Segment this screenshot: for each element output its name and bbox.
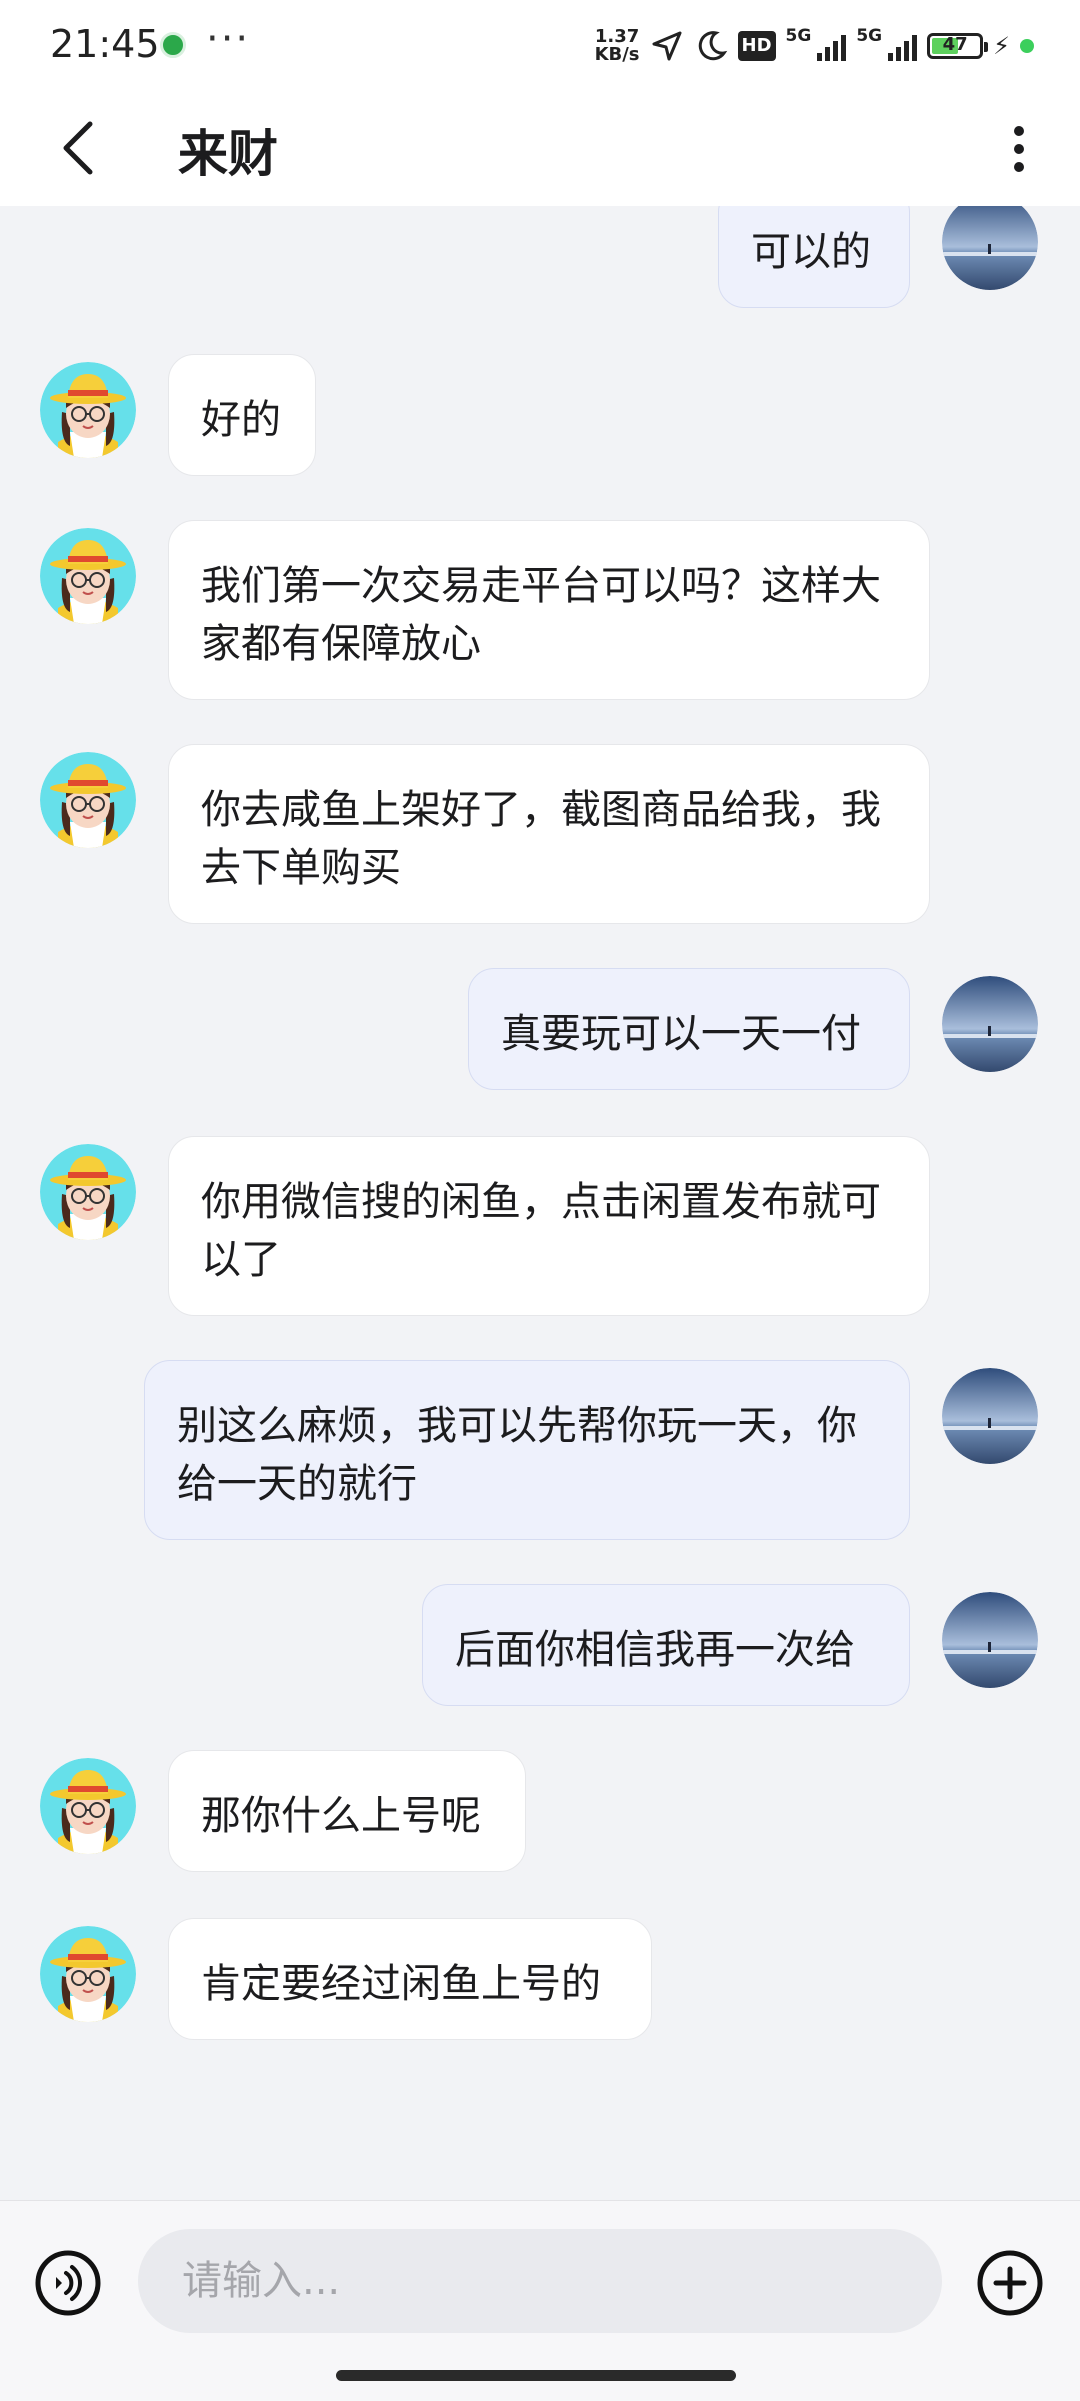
outgoing-message: 可以的 <box>0 206 1080 308</box>
home-indicator[interactable] <box>336 2370 736 2381</box>
contact-avatar[interactable] <box>40 362 136 458</box>
outgoing-message: 后面你相信我再一次给 <box>0 1584 1080 1706</box>
more-vertical-icon[interactable] <box>1004 124 1034 174</box>
status-icons: 1.37 KB/s HD 5G 5G 47 ⚡ <box>595 26 1034 66</box>
add-attachment-icon[interactable] <box>976 2249 1044 2317</box>
privacy-indicator-dot <box>1020 39 1034 53</box>
battery-level: 47 <box>942 34 968 55</box>
incoming-message: 你去咸鱼上架好了，截图商品给我，我去下单购买 <box>0 744 1080 924</box>
incoming-message: 好的 <box>0 354 1080 476</box>
my-avatar[interactable] <box>942 206 1038 290</box>
location-arrow-icon <box>652 31 682 61</box>
my-avatar[interactable] <box>942 1368 1038 1464</box>
message-bubble[interactable]: 我们第一次交易走平台可以吗？这样大家都有保障放心 <box>168 520 930 700</box>
message-input[interactable] <box>138 2229 942 2333</box>
status-time: 21:45 <box>50 22 160 66</box>
contact-avatar[interactable] <box>40 1758 136 1854</box>
incoming-message: 我们第一次交易走平台可以吗？这样大家都有保障放心 <box>0 520 1080 700</box>
my-avatar[interactable] <box>942 976 1038 1072</box>
network-speed-unit: KB/s <box>594 44 640 65</box>
contact-avatar[interactable] <box>40 752 136 848</box>
more-notifications-icon: ··· <box>206 16 251 62</box>
message-list[interactable]: 你好，现在方便上号吗？可以的好的我们第一次交易走平台可以吗？这样大家都有保障放心… <box>0 206 1080 2200</box>
hd-voice-icon: HD <box>737 31 776 61</box>
contact-avatar[interactable] <box>40 528 136 624</box>
message-bubble[interactable]: 别这么麻烦，我可以先帮你玩一天，你给一天的就行 <box>144 1360 910 1540</box>
voice-input-icon[interactable] <box>34 2249 102 2317</box>
contact-avatar[interactable] <box>40 1144 136 1240</box>
message-bubble[interactable]: 你用微信搜的闲鱼，点击闲置发布就可以了 <box>168 1136 930 1316</box>
incoming-message: 肯定要经过闲鱼上号的 <box>0 1918 1080 2040</box>
charging-bolt-icon: ⚡ <box>993 32 1010 60</box>
outgoing-message: 别这么麻烦，我可以先帮你玩一天，你给一天的就行 <box>0 1360 1080 1540</box>
sim1-network-type: 5G <box>785 26 812 46</box>
signal-strength-icon <box>888 31 918 61</box>
incoming-message: 那你什么上号呢 <box>0 1750 1080 1872</box>
my-avatar[interactable] <box>942 1592 1038 1688</box>
sim2-network-type: 5G <box>856 26 883 46</box>
incoming-message: 你用微信搜的闲鱼，点击闲置发布就可以了 <box>0 1136 1080 1316</box>
battery-icon: 47 <box>927 33 989 59</box>
message-bubble[interactable]: 可以的 <box>718 206 910 308</box>
message-bubble[interactable]: 真要玩可以一天一付 <box>468 968 910 1090</box>
message-bubble[interactable]: 好的 <box>168 354 316 476</box>
chevron-left-icon[interactable] <box>52 116 112 180</box>
message-bubble[interactable]: 肯定要经过闲鱼上号的 <box>168 1918 652 2040</box>
status-bar: 21:45 ··· 1.37 KB/s HD 5G 5G 47 ⚡ <box>0 0 1080 90</box>
chat-title: 来财 <box>178 125 278 183</box>
message-bubble[interactable]: 你去咸鱼上架好了，截图商品给我，我去下单购买 <box>168 744 930 924</box>
contact-avatar[interactable] <box>40 1926 136 2022</box>
outgoing-message: 真要玩可以一天一付 <box>0 968 1080 1090</box>
signal-strength-icon <box>817 31 847 61</box>
app-notification-icon <box>160 32 186 58</box>
message-bubble[interactable]: 后面你相信我再一次给 <box>422 1584 910 1706</box>
chat-header: 来财 <box>0 90 1080 206</box>
message-bubble[interactable]: 那你什么上号呢 <box>168 1750 526 1872</box>
network-speed: 1.37 KB/s <box>595 28 640 64</box>
moon-icon <box>698 31 727 61</box>
